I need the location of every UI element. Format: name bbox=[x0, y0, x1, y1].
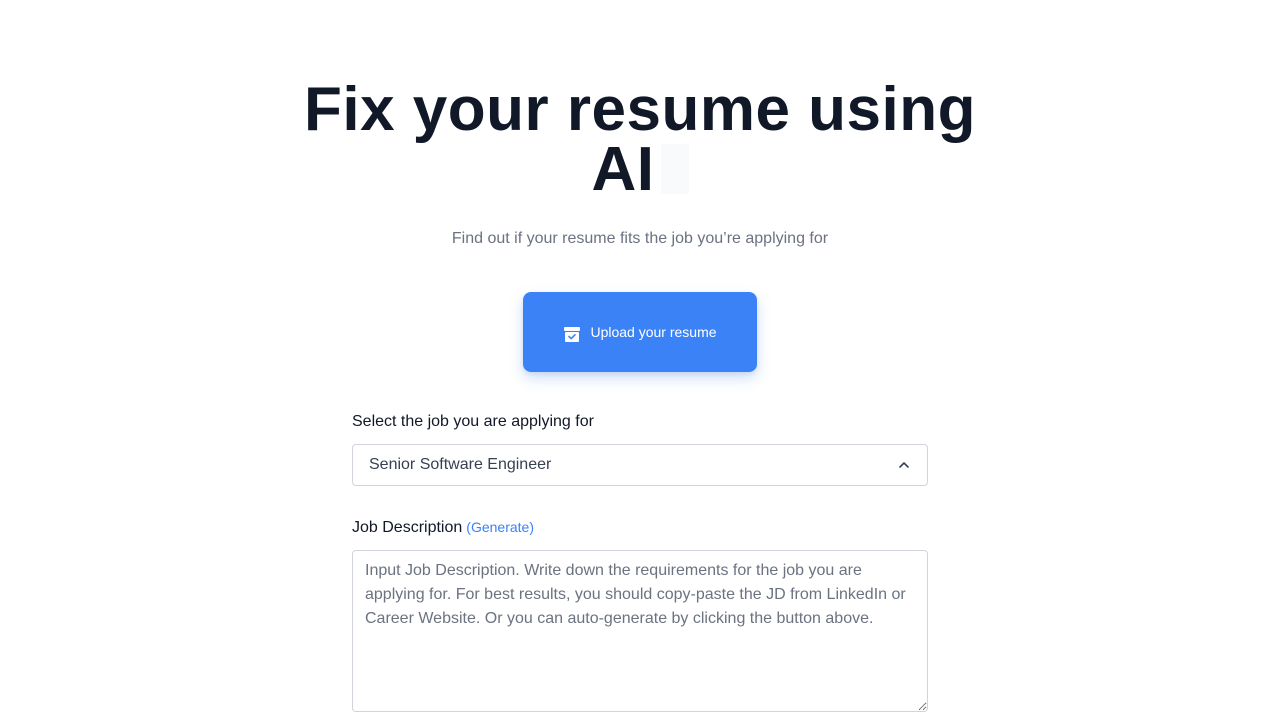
page-title-ai: AI bbox=[591, 135, 655, 204]
upload-resume-button[interactable]: Upload your resume bbox=[523, 292, 757, 372]
page-subtitle: Find out if your resume fits the job you… bbox=[451, 230, 829, 247]
job-description-label-row: Job Description (Generate) bbox=[352, 519, 534, 537]
page: Fix your resume using AI Find out if you… bbox=[0, 0, 1280, 720]
upload-resume-label: Upload your resume bbox=[590, 324, 717, 340]
page-title: Fix your resume using AI bbox=[300, 75, 980, 201]
job-description-textarea[interactable] bbox=[352, 550, 928, 712]
job-select-label: Select the job you are applying for bbox=[352, 413, 594, 430]
page-title-line-1: Fix your resume using bbox=[303, 75, 976, 144]
page-title-line-2: AI bbox=[300, 139, 980, 201]
archive-box-icon bbox=[563, 326, 581, 343]
generate-jd-link[interactable]: (Generate) bbox=[466, 519, 534, 535]
typing-cursor bbox=[660, 144, 689, 194]
job-select[interactable]: Senior Software Engineer bbox=[352, 444, 928, 486]
job-select-value: Senior Software Engineer bbox=[369, 456, 552, 473]
chevron-up-icon bbox=[897, 458, 911, 472]
job-description-label: Job Description bbox=[352, 519, 463, 536]
